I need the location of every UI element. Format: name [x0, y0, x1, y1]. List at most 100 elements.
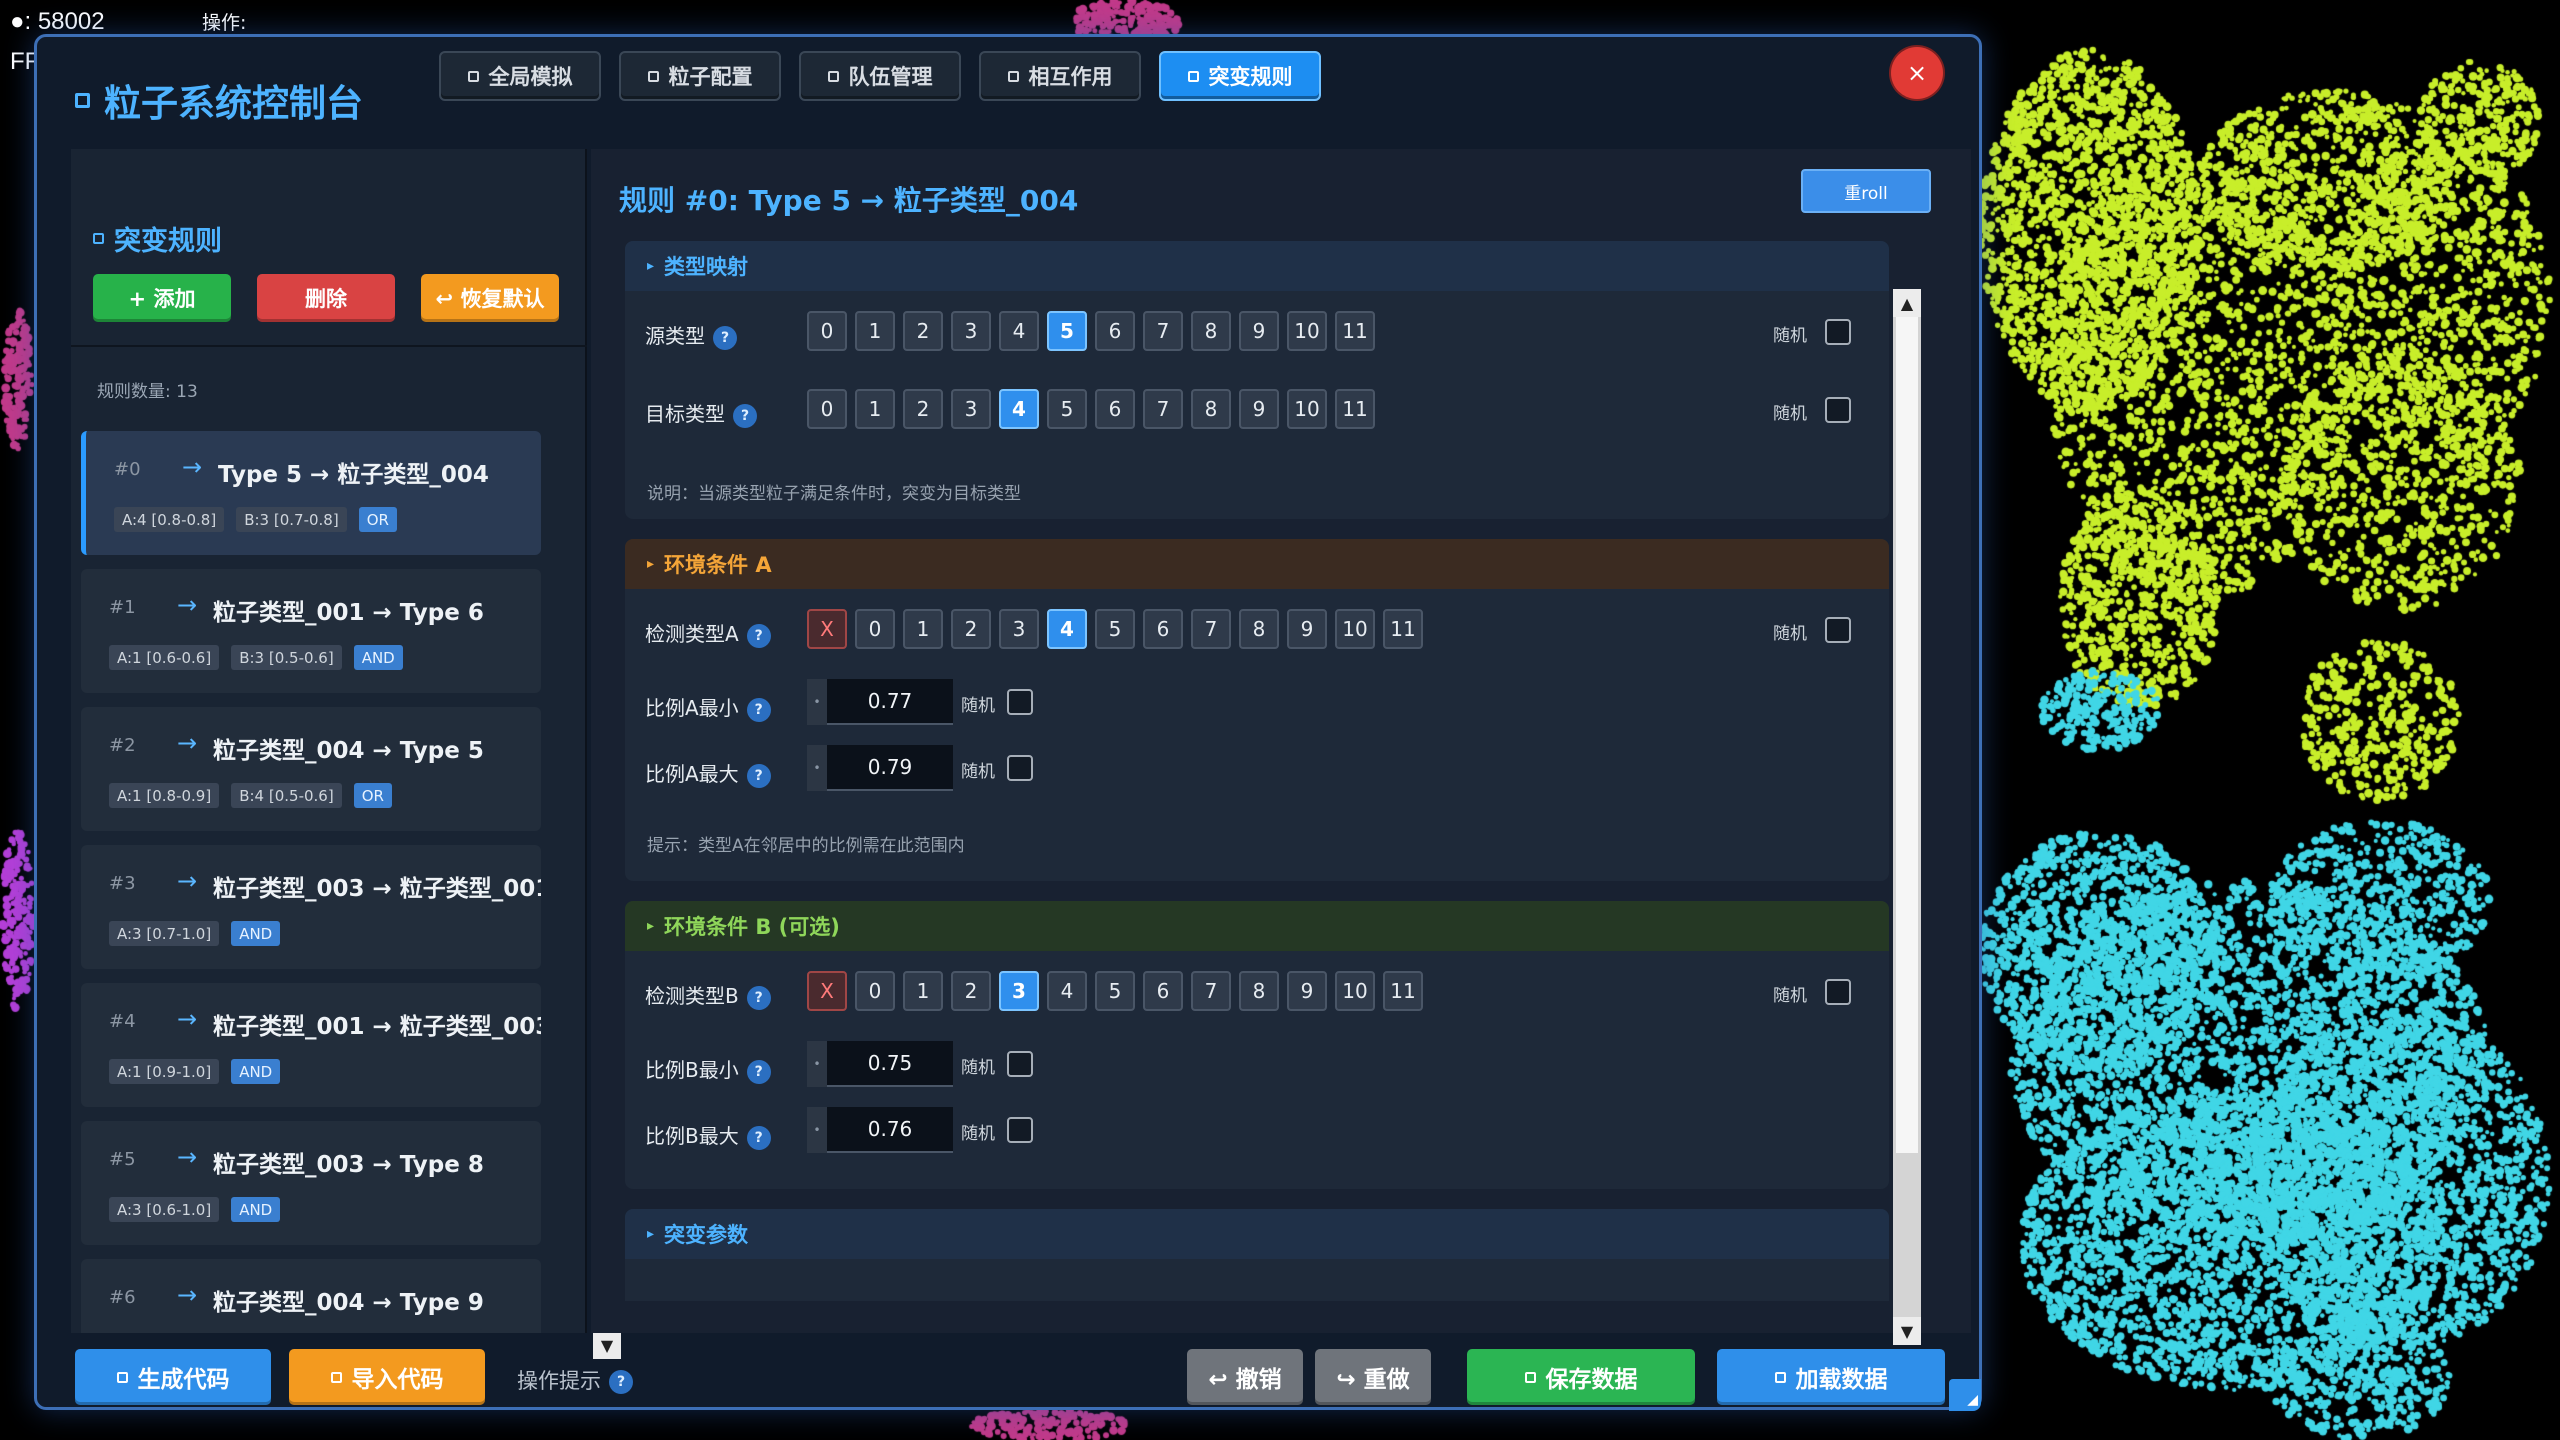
section-header[interactable]: ▸ 环境条件 A	[625, 539, 1889, 589]
type-chip[interactable]: 6	[1143, 971, 1183, 1011]
type-chip[interactable]: 2	[903, 311, 943, 351]
random-checkbox[interactable]	[1825, 319, 1851, 345]
type-chip[interactable]: 4	[999, 389, 1039, 429]
type-chip[interactable]: 1	[903, 971, 943, 1011]
rule-list-item[interactable]: #3 → 粒子类型_003 → 粒子类型_001 A:3 [0.7-1.0] AN…	[81, 845, 541, 969]
type-chip[interactable]: 7	[1143, 389, 1183, 429]
help-icon[interactable]: ?	[609, 1370, 633, 1394]
drag-handle-icon[interactable]: •	[807, 679, 827, 725]
type-chip[interactable]: 11	[1335, 389, 1375, 429]
type-chip[interactable]: 8	[1191, 311, 1231, 351]
tab-mutation-rules[interactable]: 突变规则	[1159, 51, 1321, 101]
type-chip[interactable]: 2	[951, 609, 991, 649]
type-chip[interactable]: 6	[1095, 311, 1135, 351]
type-chip[interactable]: 10	[1335, 971, 1375, 1011]
type-chip[interactable]: 2	[951, 971, 991, 1011]
type-chip[interactable]: 5	[1047, 389, 1087, 429]
random-checkbox[interactable]	[1007, 1117, 1033, 1143]
random-checkbox[interactable]	[1007, 755, 1033, 781]
help-icon[interactable]: ?	[746, 1059, 771, 1084]
rule-list-item[interactable]: #5 → 粒子类型_003 → Type 8 A:3 [0.6-1.0] AND	[81, 1121, 541, 1245]
import-code-button[interactable]: 导入代码	[289, 1349, 485, 1405]
help-icon[interactable]: ?	[713, 325, 737, 350]
type-chip[interactable]: 6	[1095, 389, 1135, 429]
drag-handle-icon[interactable]: •	[807, 745, 827, 791]
rule-list-item[interactable]: #1 → 粒子类型_001 → Type 6 A:1 [0.6-0.6] B:3 …	[81, 569, 541, 693]
scrollbar-thumb[interactable]	[1896, 317, 1918, 1153]
random-checkbox[interactable]	[1825, 617, 1851, 643]
rule-list-item[interactable]: #2 → 粒子类型_004 → Type 5 A:1 [0.8-0.9] B:4 …	[81, 707, 541, 831]
delete-rule-button[interactable]: 删除	[257, 274, 395, 322]
random-checkbox[interactable]	[1825, 979, 1851, 1005]
ratio-b-min-input[interactable]: • 0.75	[807, 1041, 953, 1087]
type-chip[interactable]: 0	[855, 609, 895, 649]
load-data-button[interactable]: 加载数据	[1717, 1349, 1945, 1405]
type-chip[interactable]: 7	[1143, 311, 1183, 351]
clear-type-chip[interactable]: X	[807, 609, 847, 649]
type-chip[interactable]: 10	[1287, 389, 1327, 429]
type-chip[interactable]: 1	[855, 311, 895, 351]
close-button[interactable]: ×	[1891, 47, 1943, 99]
type-chip[interactable]: 11	[1383, 971, 1423, 1011]
type-chip[interactable]: 5	[1047, 311, 1087, 351]
reroll-button[interactable]: 重roll	[1801, 169, 1931, 213]
add-rule-button[interactable]: + 添加	[93, 274, 231, 322]
type-chip[interactable]: 5	[1095, 609, 1135, 649]
type-chip[interactable]: 3	[951, 311, 991, 351]
random-checkbox[interactable]	[1007, 689, 1033, 715]
clear-type-chip[interactable]: X	[807, 971, 847, 1011]
type-chip[interactable]: 0	[807, 389, 847, 429]
type-chip[interactable]: 4	[1047, 609, 1087, 649]
type-chip[interactable]: 7	[1191, 609, 1231, 649]
type-chip[interactable]: 2	[903, 389, 943, 429]
type-chip[interactable]: 10	[1335, 609, 1375, 649]
type-chip[interactable]: 9	[1287, 609, 1327, 649]
rule-list-item[interactable]: #0 → Type 5 → 粒子类型_004 A:4 [0.8-0.8] B:3 …	[81, 431, 541, 555]
ratio-b-max-input[interactable]: • 0.76	[807, 1107, 953, 1153]
tab-global-sim[interactable]: 全局模拟	[439, 51, 601, 101]
drag-handle-icon[interactable]: •	[807, 1107, 827, 1153]
type-chip[interactable]: 4	[999, 311, 1039, 351]
type-chip[interactable]: 3	[999, 609, 1039, 649]
type-chip[interactable]: 7	[1191, 971, 1231, 1011]
redo-button[interactable]: ↪ 重做	[1315, 1349, 1431, 1405]
ratio-a-max-input[interactable]: • 0.79	[807, 745, 953, 791]
rule-list-item[interactable]: #4 → 粒子类型_001 → 粒子类型_003 A:1 [0.9-1.0] AN…	[81, 983, 541, 1107]
type-chip[interactable]: 10	[1287, 311, 1327, 351]
help-icon[interactable]: ?	[746, 763, 771, 788]
type-chip[interactable]: 0	[807, 311, 847, 351]
ratio-a-min-input[interactable]: • 0.77	[807, 679, 953, 725]
type-chip[interactable]: 5	[1095, 971, 1135, 1011]
type-chip[interactable]: 1	[903, 609, 943, 649]
type-chip[interactable]: 1	[855, 389, 895, 429]
type-chip[interactable]: 9	[1239, 389, 1279, 429]
random-checkbox[interactable]	[1825, 397, 1851, 423]
type-chip[interactable]: 6	[1143, 609, 1183, 649]
generate-code-button[interactable]: 生成代码	[75, 1349, 271, 1405]
type-chip[interactable]: 0	[855, 971, 895, 1011]
rule-list-item[interactable]: #6 → 粒子类型_004 → Type 9 A:1 [0.7-1.0]AND	[81, 1259, 541, 1333]
type-chip[interactable]: 9	[1287, 971, 1327, 1011]
drag-handle-icon[interactable]: •	[807, 1041, 827, 1087]
type-chip[interactable]: 3	[999, 971, 1039, 1011]
tab-team-manage[interactable]: 队伍管理	[799, 51, 961, 101]
help-icon[interactable]: ?	[746, 623, 771, 648]
help-icon[interactable]: ?	[746, 1125, 771, 1150]
type-chip[interactable]: 8	[1239, 609, 1279, 649]
type-chip[interactable]: 11	[1335, 311, 1375, 351]
scroll-up-icon[interactable]: ▲	[1893, 289, 1921, 317]
undo-button[interactable]: ↩ 撤销	[1187, 1349, 1303, 1405]
help-icon[interactable]: ?	[733, 403, 757, 428]
type-chip[interactable]: 9	[1239, 311, 1279, 351]
resize-handle-icon[interactable]: ◢	[1949, 1379, 1981, 1411]
random-checkbox[interactable]	[1007, 1051, 1033, 1077]
section-header[interactable]: ▸ 类型映射	[625, 241, 1889, 291]
section-header[interactable]: ▸ 突变参数	[625, 1209, 1889, 1259]
section-header[interactable]: ▸ 环境条件 B (可选)	[625, 901, 1889, 951]
tab-particle-config[interactable]: 粒子配置	[619, 51, 781, 101]
help-icon[interactable]: ?	[746, 985, 771, 1010]
type-chip[interactable]: 8	[1239, 971, 1279, 1011]
type-chip[interactable]: 11	[1383, 609, 1423, 649]
type-chip[interactable]: 3	[951, 389, 991, 429]
help-icon[interactable]: ?	[746, 697, 771, 722]
